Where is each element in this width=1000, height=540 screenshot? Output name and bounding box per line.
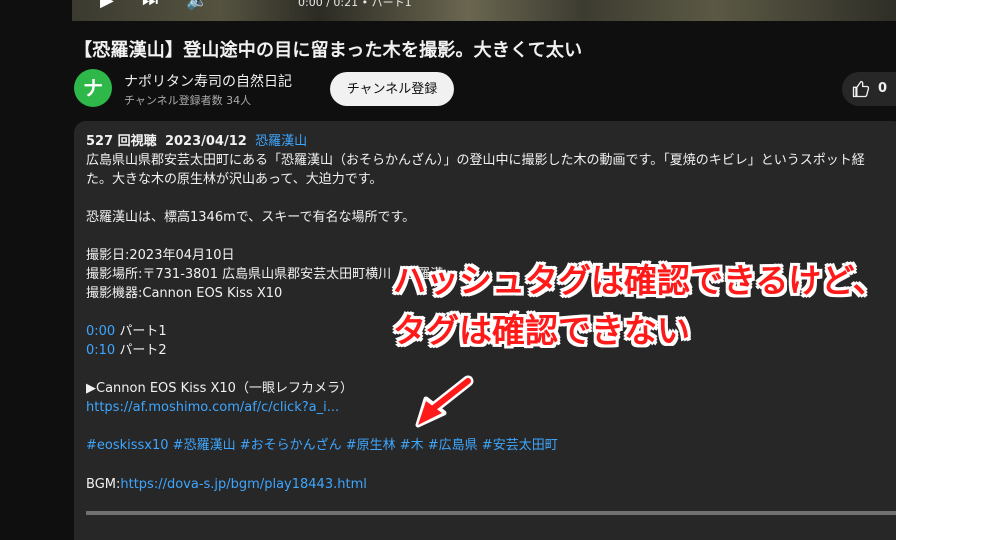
time-display: 0:00 / 0:21 • パート1 [298,0,412,9]
chapter-label: パート2 [119,343,167,358]
play-icon[interactable]: ▶ [100,0,114,10]
hashtags-line[interactable]: #eoskissx10 #恐羅漢山 #おそらかんざん #原生林 #木 #広島県 … [86,437,558,455]
chapter-label: パート1 [119,324,167,339]
bgm-link[interactable]: https://dova-s.jp/bgm/play18443.html [120,477,366,492]
volume-icon[interactable]: 🔈 [186,0,208,10]
like-count: 0 [878,81,888,96]
subscriber-count: チャンネル登録者数 34人 [124,94,252,107]
like-button[interactable]: 0 [842,72,896,106]
description-text-line: た。大きな木の原生林が沢山あって、大迫力です。 [86,172,383,187]
shoot-place-line: 撮影場所:〒731-3801 広島県山県郡安芸太田町横川 恐羅漢 [86,267,444,282]
chapter-item: 0:00 パート1 [86,323,167,341]
description-text-line: 広島県山県郡安芸太田町にある「恐羅漢山（おそらかんざん）」の登山中に撮影した木の… [86,153,865,168]
video-player[interactable]: ▶ ⏭ 🔈 0:00 / 0:21 • パート1 [72,0,896,21]
subscribe-button[interactable]: チャンネル登録 [330,72,454,106]
product-link[interactable]: https://af.moshimo.com/af/c/click?a_i... [86,399,339,417]
description-text-line: 恐羅漢山は、標高1346mで、スキーで有名な場所です。 [86,210,416,225]
product-line: ▶Cannon EOS Kiss X10（一眼レフカメラ） [86,381,353,396]
annotation-arrow-icon [415,375,474,428]
shoot-date-line: 撮影日:2023年04月10日 [86,248,235,263]
camera-line: 撮影機器:Cannon EOS Kiss X10 [86,286,283,301]
chapter-timestamp-link[interactable]: 0:10 [86,343,115,358]
scroll-divider [86,511,896,515]
annotation-text-line2: タグは確認できない [393,311,690,350]
channel-avatar[interactable]: ナ [74,69,112,107]
channel-name[interactable]: ナポリタン寿司の自然日記 [124,71,292,91]
description-meta: 527 回視聴 2023/04/12 恐羅漢山 [86,133,307,151]
upload-date: 2023/04/12 [164,134,247,149]
view-count: 527 回視聴 [86,134,157,149]
page-margin [896,0,1000,540]
bgm-label: BGM: [86,477,121,492]
video-title: 【恐羅漢山】登山途中の目に留まった木を撮影。大きくて太い [74,40,583,61]
chapter-timestamp-link[interactable]: 0:00 [86,324,115,339]
next-icon[interactable]: ⏭ [142,0,158,10]
meta-tag-link[interactable]: 恐羅漢山 [255,134,307,149]
annotation-text-line1: ハッシュタグは確認できるけど、 [393,261,886,300]
bgm-line: BGM:https://dova-s.jp/bgm/play18443.html [86,476,367,494]
thumbs-up-icon [852,80,870,98]
chapter-item: 0:10 パート2 [86,342,167,360]
